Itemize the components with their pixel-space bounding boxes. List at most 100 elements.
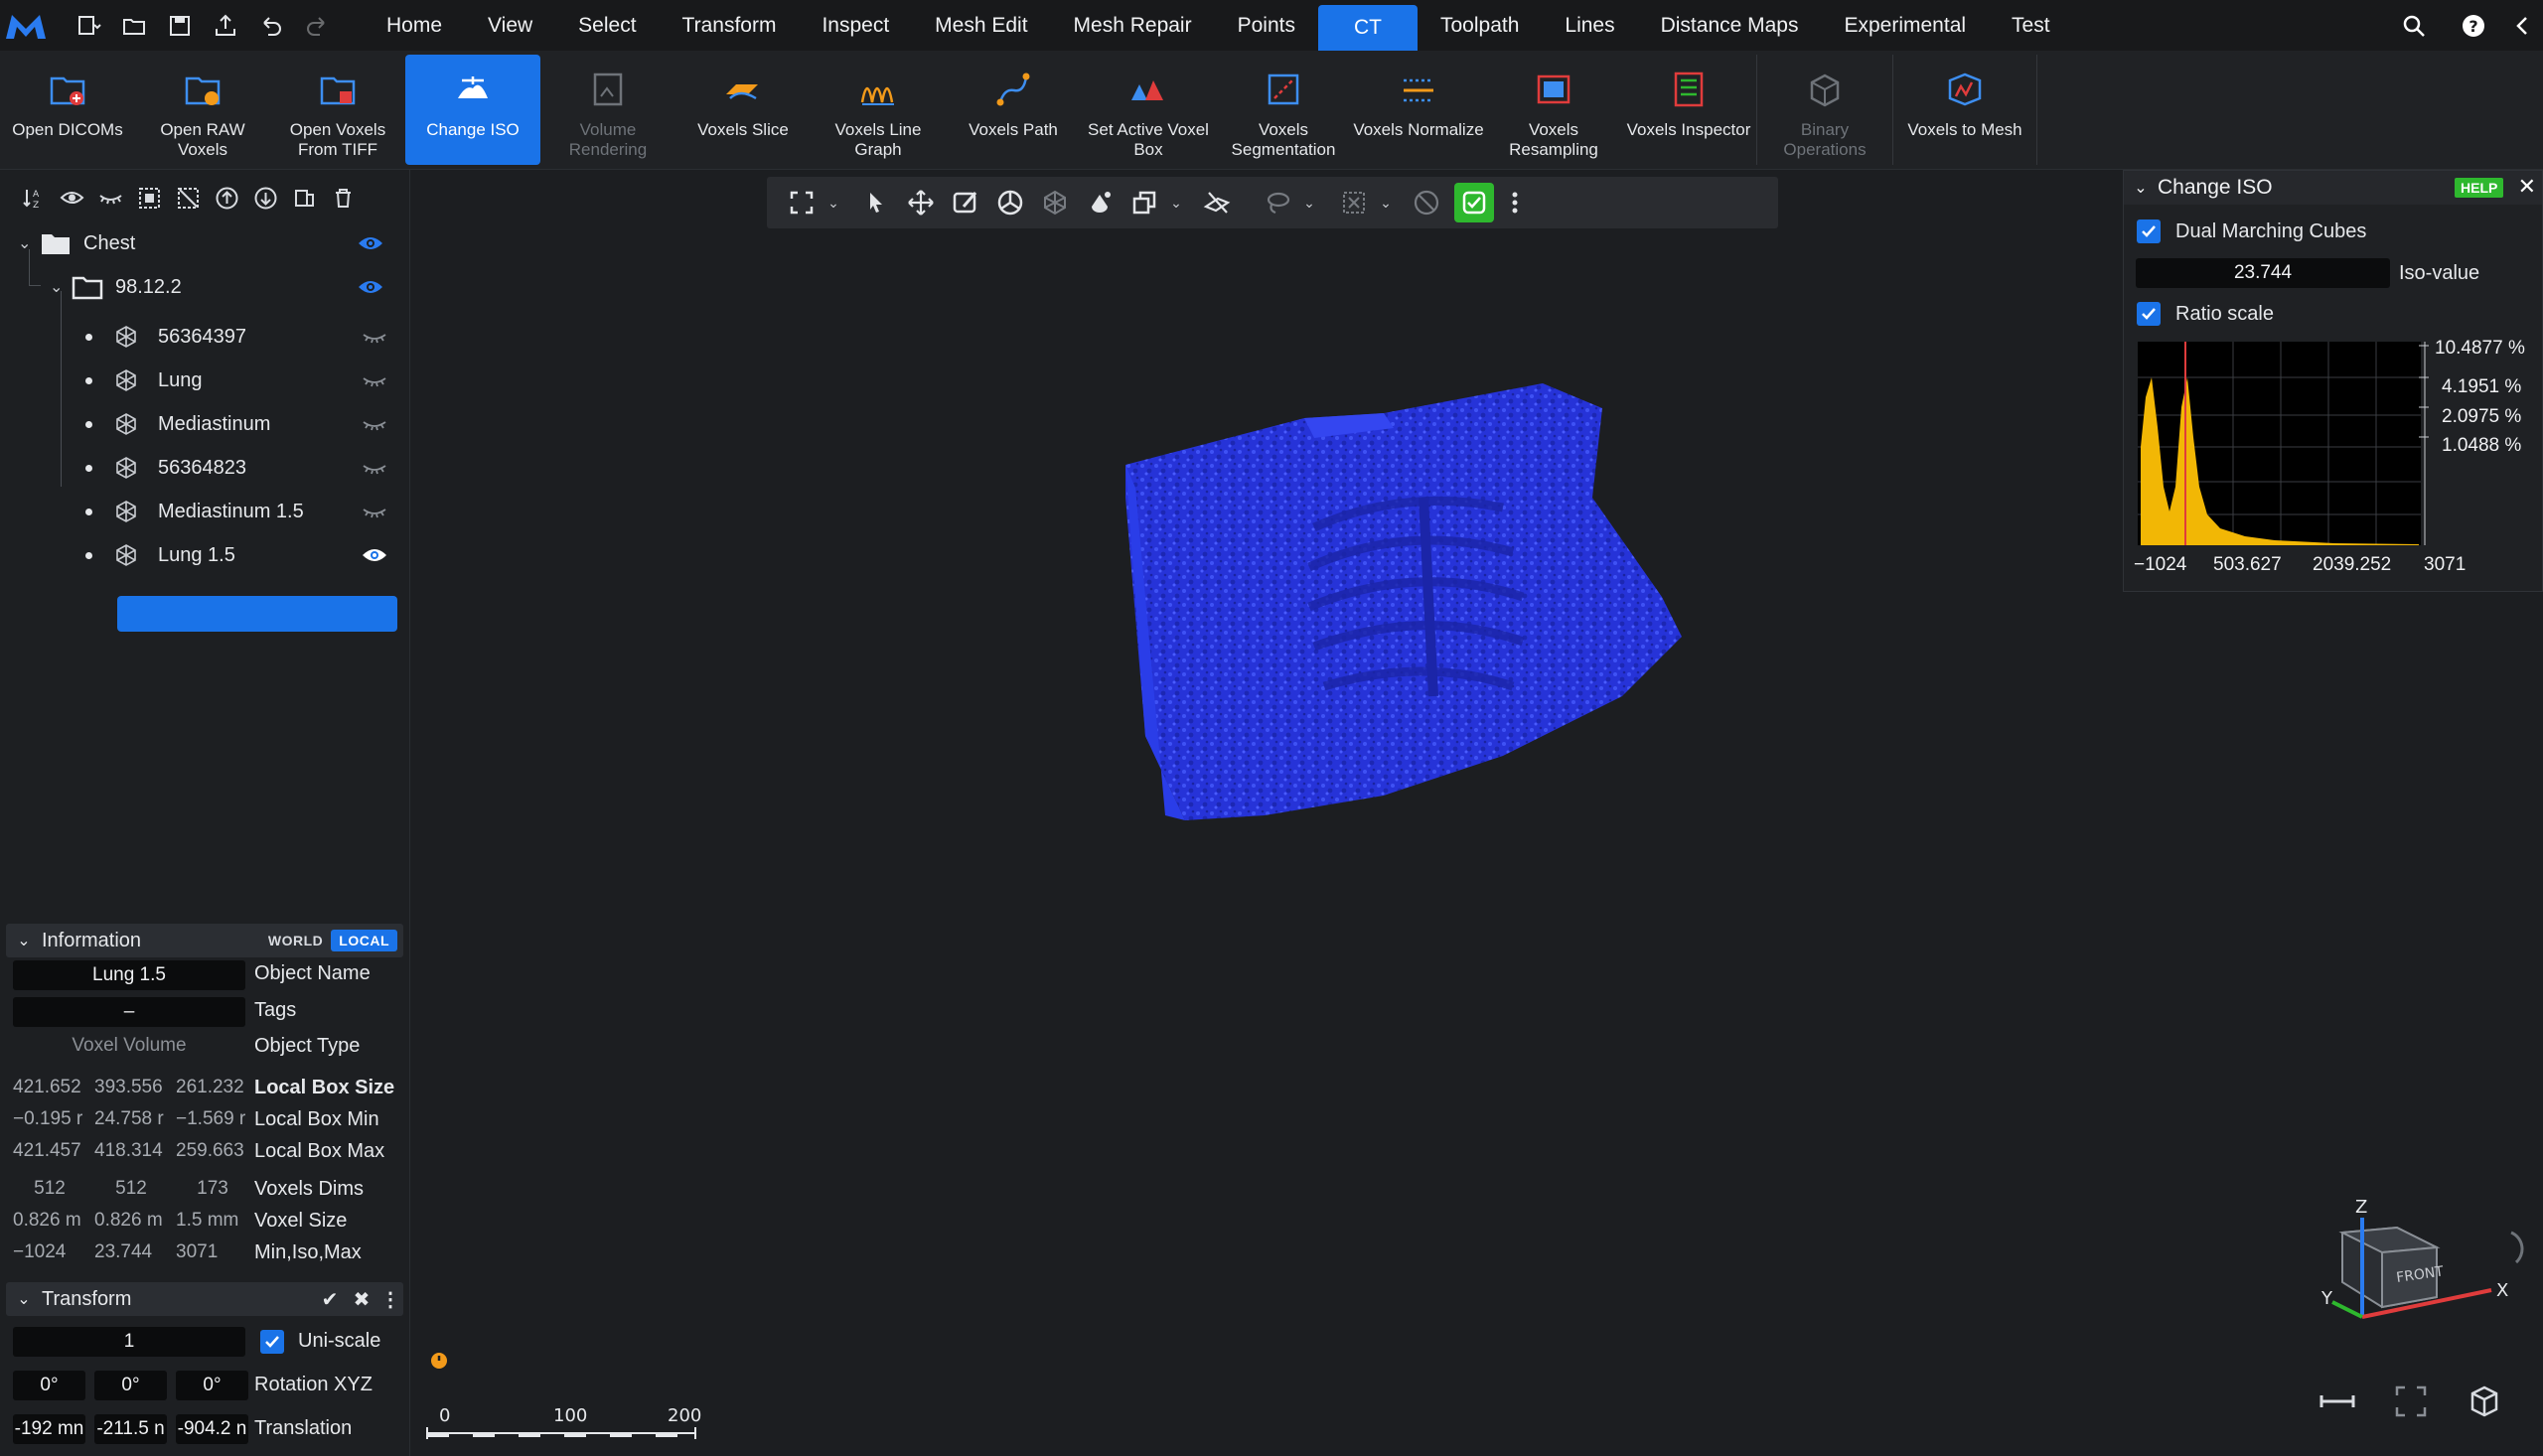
voxels-to-mesh-button[interactable]: Voxels to Mesh	[1893, 51, 2036, 169]
eye-visible-icon[interactable]	[356, 233, 385, 253]
pointer-icon[interactable]	[853, 181, 898, 224]
chevron-down-icon[interactable]: ⌄	[1166, 195, 1186, 212]
cancel-x-icon[interactable]: ✖	[346, 1287, 377, 1312]
open-voxels-tiff-button[interactable]: Open Voxels From TIFF	[270, 51, 405, 169]
select-all-icon[interactable]	[130, 178, 169, 218]
app-logo-icon[interactable]	[0, 0, 52, 51]
tab-test[interactable]: Test	[1989, 0, 2073, 51]
ruler-icon[interactable]	[2318, 1382, 2357, 1421]
flood-fill-icon[interactable]	[1077, 181, 1122, 224]
fit-view-icon[interactable]	[2391, 1382, 2431, 1421]
eye-hidden-icon[interactable]	[360, 502, 389, 521]
tab-home[interactable]: Home	[364, 0, 465, 51]
show-all-eye-icon[interactable]	[53, 178, 91, 218]
tree-item[interactable]: Lung 1.5	[85, 537, 397, 573]
no-filter-icon[interactable]	[1404, 181, 1448, 224]
set-active-voxel-box-button[interactable]: Set Active Voxel Box	[1081, 51, 1216, 169]
scale-field[interactable]: 1	[13, 1327, 245, 1357]
confirm-check-button[interactable]	[1454, 183, 1494, 222]
trash-icon[interactable]	[324, 178, 363, 218]
voxels-normalize-button[interactable]: Voxels Normalize	[1351, 51, 1486, 169]
more-vertical-icon[interactable]	[1500, 181, 1530, 224]
eye-hidden-icon[interactable]	[360, 327, 389, 347]
close-icon[interactable]: ✕	[2518, 174, 2536, 200]
tab-toolpath[interactable]: Toolpath	[1418, 0, 1542, 51]
cube-view-icon[interactable]	[2465, 1382, 2504, 1421]
tree-item[interactable]: 56364823	[85, 450, 397, 486]
tab-experimental[interactable]: Experimental	[1821, 0, 1989, 51]
eye-visible-icon[interactable]	[356, 277, 385, 297]
voxels-path-button[interactable]: Voxels Path	[946, 51, 1081, 169]
volume-rendering-button[interactable]: Volume Rendering	[540, 51, 675, 169]
apply-check-icon[interactable]: ✔	[314, 1287, 346, 1312]
tree-item[interactable]: Mediastinum	[85, 406, 397, 442]
tab-lines[interactable]: Lines	[1542, 0, 1637, 51]
chevron-down-icon[interactable]: ⌄	[823, 195, 843, 212]
new-file-menu-icon[interactable]	[66, 0, 111, 51]
translation-z-field[interactable]: -904.2 n	[176, 1414, 248, 1444]
eye-hidden-icon[interactable]	[360, 370, 389, 390]
fullscreen-select-icon[interactable]	[779, 181, 823, 224]
help-badge[interactable]: HELP	[2455, 178, 2504, 198]
more-vertical-icon[interactable]: ⋮	[377, 1287, 403, 1312]
information-header[interactable]: ⌄ Information WORLD LOCAL	[6, 924, 403, 957]
export-icon[interactable]	[203, 0, 248, 51]
voxels-line-graph-button[interactable]: Voxels Line Graph	[811, 51, 946, 169]
move-icon[interactable]	[898, 181, 943, 224]
tab-mesh-edit[interactable]: Mesh Edit	[912, 0, 1050, 51]
world-toggle[interactable]: WORLD	[260, 930, 331, 951]
tab-select[interactable]: Select	[555, 0, 659, 51]
local-toggle[interactable]: LOCAL	[331, 930, 397, 951]
orientation-cube-widget[interactable]: FRONT Z Y X	[2298, 1183, 2536, 1322]
tree-item[interactable]: Mediastinum 1.5	[85, 494, 397, 529]
search-icon[interactable]	[2384, 0, 2444, 51]
open-raw-voxels-button[interactable]: Open RAW Voxels	[135, 51, 270, 169]
voxels-slice-button[interactable]: Voxels Slice	[675, 51, 811, 169]
tree-node-chest[interactable]: ⌄ Chest	[18, 225, 409, 261]
hide-all-icon[interactable]	[91, 178, 130, 218]
change-iso-button[interactable]: Change ISO	[405, 55, 540, 165]
collapse-chevron-icon[interactable]	[2503, 0, 2543, 51]
tree-node-group[interactable]: ⌄ 98.12.2	[50, 269, 409, 305]
voxels-resampling-button[interactable]: Voxels Resampling	[1486, 51, 1621, 169]
voxel-volume-render[interactable]	[1125, 378, 1801, 895]
chevron-down-icon[interactable]: ⌄	[50, 277, 70, 297]
voxels-segmentation-button[interactable]: Voxels Segmentation	[1216, 51, 1351, 169]
plane-slice-icon[interactable]	[1194, 181, 1239, 224]
ratio-scale-checkbox[interactable]	[2137, 302, 2161, 326]
sort-icon[interactable]: AZ	[14, 178, 53, 218]
voxels-inspector-button[interactable]: Voxels Inspector	[1621, 51, 1756, 169]
box-clear-icon[interactable]	[1331, 181, 1376, 224]
chevron-down-icon[interactable]: ⌄	[6, 931, 42, 950]
translation-y-field[interactable]: -211.5 n	[94, 1414, 167, 1444]
orbit-icon[interactable]	[987, 181, 1032, 224]
dual-marching-cubes-checkbox[interactable]	[2137, 219, 2161, 243]
transform-header[interactable]: ⌄ Transform ✔ ✖ ⋮	[6, 1282, 403, 1316]
move-down-icon[interactable]	[246, 178, 285, 218]
chevron-down-icon[interactable]: ⌄	[2124, 178, 2158, 198]
rotation-x-field[interactable]: 0°	[13, 1371, 85, 1400]
redo-icon[interactable]	[294, 0, 340, 51]
timer-icon[interactable]	[426, 1346, 452, 1372]
eye-hidden-icon[interactable]	[360, 414, 389, 434]
move-up-icon[interactable]	[208, 178, 246, 218]
tags-field[interactable]: –	[13, 997, 245, 1027]
help-icon[interactable]: ?	[2444, 0, 2503, 51]
iso-histogram[interactable]	[2136, 338, 2533, 586]
tab-distance-maps[interactable]: Distance Maps	[1638, 0, 1822, 51]
chevron-down-icon[interactable]: ⌄	[6, 1289, 42, 1309]
eye-hidden-icon[interactable]	[360, 458, 389, 478]
lasso-icon[interactable]	[1255, 181, 1299, 224]
translation-x-field[interactable]: -192 mn	[13, 1414, 85, 1444]
open-folder-icon[interactable]	[111, 0, 157, 51]
mesh-select-icon[interactable]	[1032, 181, 1077, 224]
copy-transform-icon[interactable]	[1122, 181, 1166, 224]
tree-item[interactable]: Lung	[85, 363, 397, 398]
open-dicoms-button[interactable]: Open DICOMs	[0, 51, 135, 169]
rotation-y-field[interactable]: 0°	[94, 1371, 167, 1400]
tab-mesh-repair[interactable]: Mesh Repair	[1051, 0, 1215, 51]
chevron-down-icon[interactable]: ⌄	[1299, 195, 1319, 212]
uniscale-checkbox[interactable]	[260, 1330, 284, 1354]
split-icon[interactable]	[285, 178, 324, 218]
tab-inspect[interactable]: Inspect	[799, 0, 912, 51]
